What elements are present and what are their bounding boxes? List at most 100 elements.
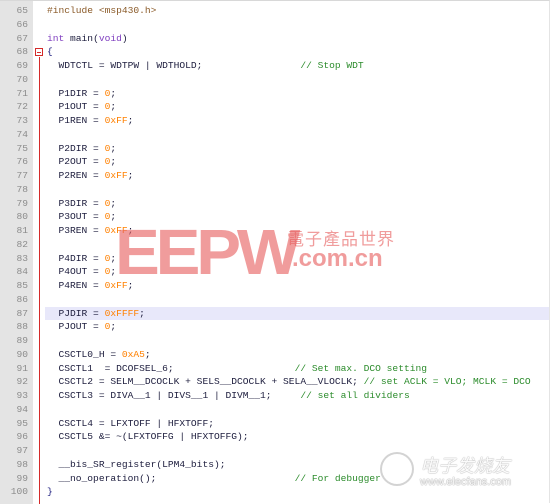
line-number: 65 bbox=[16, 5, 28, 16]
code-token: CSCTL2 = SELM__DCOCLK + SELS__DCOCLK + S… bbox=[47, 376, 364, 388]
code-line[interactable]: 91 CSCTL1 = DCOFSEL_6; // Set max. DCO s… bbox=[0, 362, 549, 376]
code-text[interactable]: WDTCTL = WDTPW | WDTHOLD; // Stop WDT bbox=[45, 59, 549, 73]
code-text[interactable]: P3DIR = 0; bbox=[45, 197, 549, 211]
code-text[interactable] bbox=[45, 73, 549, 87]
code-text[interactable]: #include <msp430.h> bbox=[45, 4, 549, 18]
code-line[interactable]: 98 __bis_SR_register(LPM4_bits); bbox=[0, 458, 549, 472]
code-line[interactable]: 99 __no_operation(); // For debugger bbox=[0, 472, 549, 486]
code-token: __bis_SR_register(LPM4_bits); bbox=[47, 458, 226, 470]
code-text[interactable] bbox=[45, 183, 549, 197]
code-token: // set all dividers bbox=[300, 390, 410, 401]
code-token: 0xFF bbox=[104, 170, 128, 181]
code-text[interactable]: P4DIR = 0; bbox=[45, 252, 549, 266]
code-line[interactable]: 86 bbox=[0, 293, 549, 307]
code-line[interactable]: 92 CSCTL2 = SELM__DCOCLK + SELS__DCOCLK … bbox=[0, 375, 549, 389]
code-text[interactable]: PJOUT = 0; bbox=[45, 320, 549, 334]
code-line[interactable]: 73 P1REN = 0xFF; bbox=[0, 114, 549, 128]
code-token: ; bbox=[110, 142, 117, 154]
code-text[interactable] bbox=[45, 18, 549, 32]
code-line[interactable]: 72 P1OUT = 0; bbox=[0, 100, 549, 114]
code-text[interactable]: } bbox=[45, 485, 549, 499]
code-text[interactable]: P1DIR = 0; bbox=[45, 87, 549, 101]
code-token: ; bbox=[127, 115, 134, 126]
code-text[interactable]: __bis_SR_register(LPM4_bits); bbox=[45, 458, 549, 472]
code-text[interactable]: P2REN = 0xFF; bbox=[45, 169, 549, 183]
code-text[interactable]: __no_operation(); // For debugger bbox=[45, 472, 549, 486]
code-token: ) bbox=[121, 32, 128, 44]
code-token: ; bbox=[110, 252, 117, 264]
code-line[interactable]: 69 WDTCTL = WDTPW | WDTHOLD; // Stop WDT bbox=[0, 59, 549, 73]
code-line[interactable]: 96 CSCTL5 &= ~(LFXTOFFG | HFXTOFFG); bbox=[0, 430, 549, 444]
code-token: ; bbox=[110, 211, 117, 223]
code-line[interactable]: 93 CSCTL3 = DIVA__1 | DIVS__1 | DIVM__1;… bbox=[0, 389, 549, 403]
code-text[interactable]: PJDIR = 0xFFFF; bbox=[45, 306, 549, 321]
code-line[interactable]: 66 bbox=[0, 18, 549, 32]
code-line[interactable]: 88 PJOUT = 0; bbox=[0, 320, 549, 334]
code-line[interactable]: 83 P4DIR = 0; bbox=[0, 252, 549, 266]
code-token: ; bbox=[110, 321, 117, 333]
code-text[interactable]: P4REN = 0xFF; bbox=[45, 279, 549, 293]
code-line[interactable]: 79 P3DIR = 0; bbox=[0, 197, 549, 211]
code-line[interactable]: 100} bbox=[0, 485, 549, 499]
code-line[interactable]: 74 bbox=[0, 128, 549, 142]
code-text[interactable] bbox=[45, 444, 549, 458]
code-line[interactable]: 68 { bbox=[0, 45, 549, 59]
code-line[interactable]: 95 CSCTL4 = LFXTOFF | HFXTOFF; bbox=[0, 417, 549, 431]
code-lines[interactable]: 65 #include <msp430.h> 66 67 int main(void) 6… bbox=[0, 4, 549, 499]
code-line[interactable]: 89 bbox=[0, 334, 549, 348]
code-line[interactable]: 80 P3OUT = 0; bbox=[0, 210, 549, 224]
line-number: 69 bbox=[16, 60, 28, 71]
code-line[interactable]: 65 #include <msp430.h> bbox=[0, 4, 549, 18]
code-line[interactable]: 85 P4REN = 0xFF; bbox=[0, 279, 549, 293]
code-line[interactable]: 94 bbox=[0, 403, 549, 417]
line-number: 97 bbox=[16, 445, 28, 456]
code-text[interactable]: P2OUT = 0; bbox=[45, 155, 549, 169]
code-line[interactable]: 81 P3REN = 0xFF; bbox=[0, 224, 549, 238]
code-text[interactable]: P1REN = 0xFF; bbox=[45, 114, 549, 128]
code-line[interactable]: 76 P2OUT = 0; bbox=[0, 155, 549, 169]
code-text[interactable]: int main(void) bbox=[45, 32, 549, 46]
code-text[interactable]: CSCTL5 &= ~(LFXTOFFG | HFXTOFFG); bbox=[45, 430, 549, 444]
code-token: P1REN = bbox=[47, 115, 105, 126]
code-text[interactable]: CSCTL0_H = 0xA5; bbox=[45, 348, 549, 362]
line-number: 73 bbox=[16, 115, 28, 126]
code-line[interactable]: 87 PJDIR = 0xFFFF; bbox=[0, 306, 549, 321]
line-number: 76 bbox=[16, 156, 28, 168]
code-token: 0xFF bbox=[104, 280, 128, 291]
code-token: P4OUT = bbox=[47, 266, 105, 278]
code-text[interactable]: P3OUT = 0; bbox=[45, 210, 549, 224]
code-line[interactable]: 90 CSCTL0_H = 0xA5; bbox=[0, 348, 549, 362]
code-line[interactable]: 75 P2DIR = 0; bbox=[0, 142, 549, 156]
code-line[interactable]: 77 P2REN = 0xFF; bbox=[0, 169, 549, 183]
code-text[interactable] bbox=[45, 334, 549, 348]
code-line[interactable]: 70 bbox=[0, 73, 549, 87]
code-editor[interactable]: 65 #include <msp430.h> 66 67 int main(void) 6… bbox=[0, 0, 550, 504]
code-text[interactable]: CSCTL3 = DIVA__1 | DIVS__1 | DIVM__1; //… bbox=[45, 389, 549, 403]
code-text[interactable] bbox=[45, 293, 549, 307]
code-line[interactable]: 97 bbox=[0, 444, 549, 458]
code-line[interactable]: 67 int main(void) bbox=[0, 32, 549, 46]
code-text[interactable]: { bbox=[45, 45, 549, 59]
code-token: ; bbox=[144, 348, 151, 360]
code-line[interactable]: 71 P1DIR = 0; bbox=[0, 87, 549, 101]
code-token: ; bbox=[139, 307, 145, 319]
code-text[interactable]: CSCTL4 = LFXTOFF | HFXTOFF; bbox=[45, 417, 549, 431]
code-line[interactable]: 82 bbox=[0, 238, 549, 252]
code-text[interactable]: P3REN = 0xFF; bbox=[45, 224, 549, 238]
code-text[interactable]: P1OUT = 0; bbox=[45, 100, 549, 114]
code-line[interactable]: 84 P4OUT = 0; bbox=[0, 265, 549, 279]
line-number: 96 bbox=[16, 431, 28, 443]
code-token: 0xFF bbox=[104, 115, 128, 126]
code-text[interactable] bbox=[45, 128, 549, 142]
code-token: ; bbox=[110, 266, 117, 278]
code-text[interactable]: CSCTL1 = DCOFSEL_6; // Set max. DCO sett… bbox=[45, 362, 549, 376]
code-token: P4REN = bbox=[47, 280, 105, 291]
code-text[interactable]: P4OUT = 0; bbox=[45, 265, 549, 279]
line-number: 92 bbox=[16, 376, 28, 388]
code-text[interactable] bbox=[45, 403, 549, 417]
code-text[interactable]: P2DIR = 0; bbox=[45, 142, 549, 156]
code-text[interactable]: CSCTL2 = SELM__DCOCLK + SELS__DCOCLK + S… bbox=[45, 375, 549, 389]
code-token: P4DIR = bbox=[47, 252, 105, 264]
code-line[interactable]: 78 bbox=[0, 183, 549, 197]
code-text[interactable] bbox=[45, 238, 549, 252]
